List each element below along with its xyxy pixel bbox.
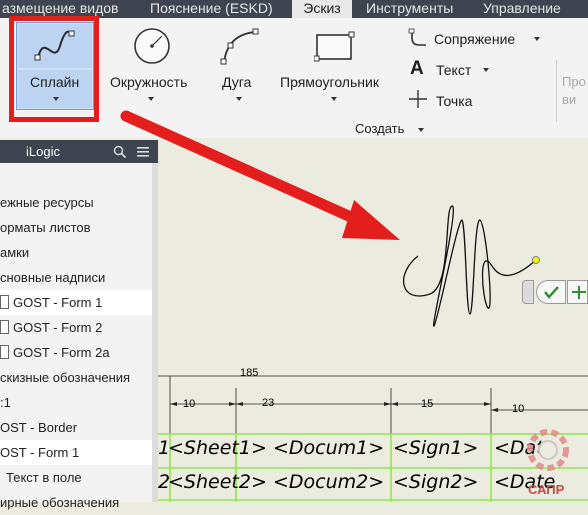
browser-item[interactable]: ирные обозначения [0,490,152,515]
watermark-text: САПР [528,482,565,497]
dim-c: 15 [421,398,434,410]
browser-item[interactable]: :1 [0,390,152,415]
cut-off-label-1[interactable]: Про [562,74,586,89]
cell-r1-docum: <Docum1> [273,437,385,459]
arc-dropdown-caret[interactable] [236,97,242,101]
browser-item[interactable]: GOST - Form 2 [0,315,152,340]
add-button[interactable] [567,280,588,304]
browser-item[interactable]: OST - Form 1 [0,440,152,465]
highlight-box [9,16,99,122]
circle-dropdown-caret[interactable] [148,97,154,101]
browser-item[interactable]: скизные обозначения [0,365,152,390]
check-icon [544,286,559,299]
rectangle-button[interactable]: Прямоугольник [280,74,379,90]
dim-d: 10 [512,403,525,415]
mini-toolbar-grip[interactable] [522,280,534,304]
document-icon [0,320,9,334]
spline-endpoint[interactable] [532,256,540,264]
browser-item[interactable]: сновные надписи [0,265,152,290]
rectangle-dropdown-caret[interactable] [331,97,337,101]
circle-icon [134,28,170,64]
spline-curve[interactable] [390,196,550,336]
circle-button[interactable]: Окружность [110,74,187,90]
text-icon: A [410,58,424,79]
fillet-icon [408,28,426,46]
ribbon-separator [556,60,557,122]
arc-button[interactable]: Дуга [222,74,251,90]
dim-a: 10 [183,398,196,410]
fillet-button[interactable]: Сопряжение [434,31,515,47]
rectangle-icon [314,31,355,62]
tab-sketch[interactable]: Эскиз [292,0,352,18]
cell-r2-sheet: <Sheet2> [168,471,267,493]
arrow-annotation [120,110,400,240]
document-icon [0,295,9,309]
tab-annotation-eskd[interactable]: Пояснение (ESKD) [150,0,273,18]
cell-r2-docum: <Docum2> [273,471,385,493]
cell-r1-sheet: <Sheet1> [168,437,267,459]
browser-item[interactable]: Текст в поле [0,465,152,490]
dim-b: 23 [262,397,275,409]
tab-tools[interactable]: Инструменты [366,0,453,18]
arc-icon [220,28,259,65]
plus-icon [572,286,586,299]
accept-button[interactable] [536,280,566,304]
point-button[interactable]: Точка [436,93,472,109]
dim-total: 185 [240,367,259,379]
tab-manage[interactable]: Управление [483,0,561,18]
watermark-logo [527,429,569,471]
browser-item[interactable]: GOST - Form 2a [0,340,152,365]
point-icon [409,90,427,108]
browser-item[interactable]: GOST - Form 1 [0,290,152,315]
fillet-dropdown-caret[interactable] [534,37,540,41]
text-dropdown-caret[interactable] [483,68,489,72]
cell-r2-sign: <Sign2> [393,471,479,493]
browser-item[interactable]: OST - Border [0,415,152,440]
create-group-caret[interactable] [418,128,424,132]
document-icon [0,345,9,359]
cut-off-label-2[interactable]: ви [562,92,576,107]
text-button[interactable]: Текст [436,62,471,78]
browser-title: iLogic [26,144,60,159]
cell-r1-sign: <Sign1> [393,437,479,459]
